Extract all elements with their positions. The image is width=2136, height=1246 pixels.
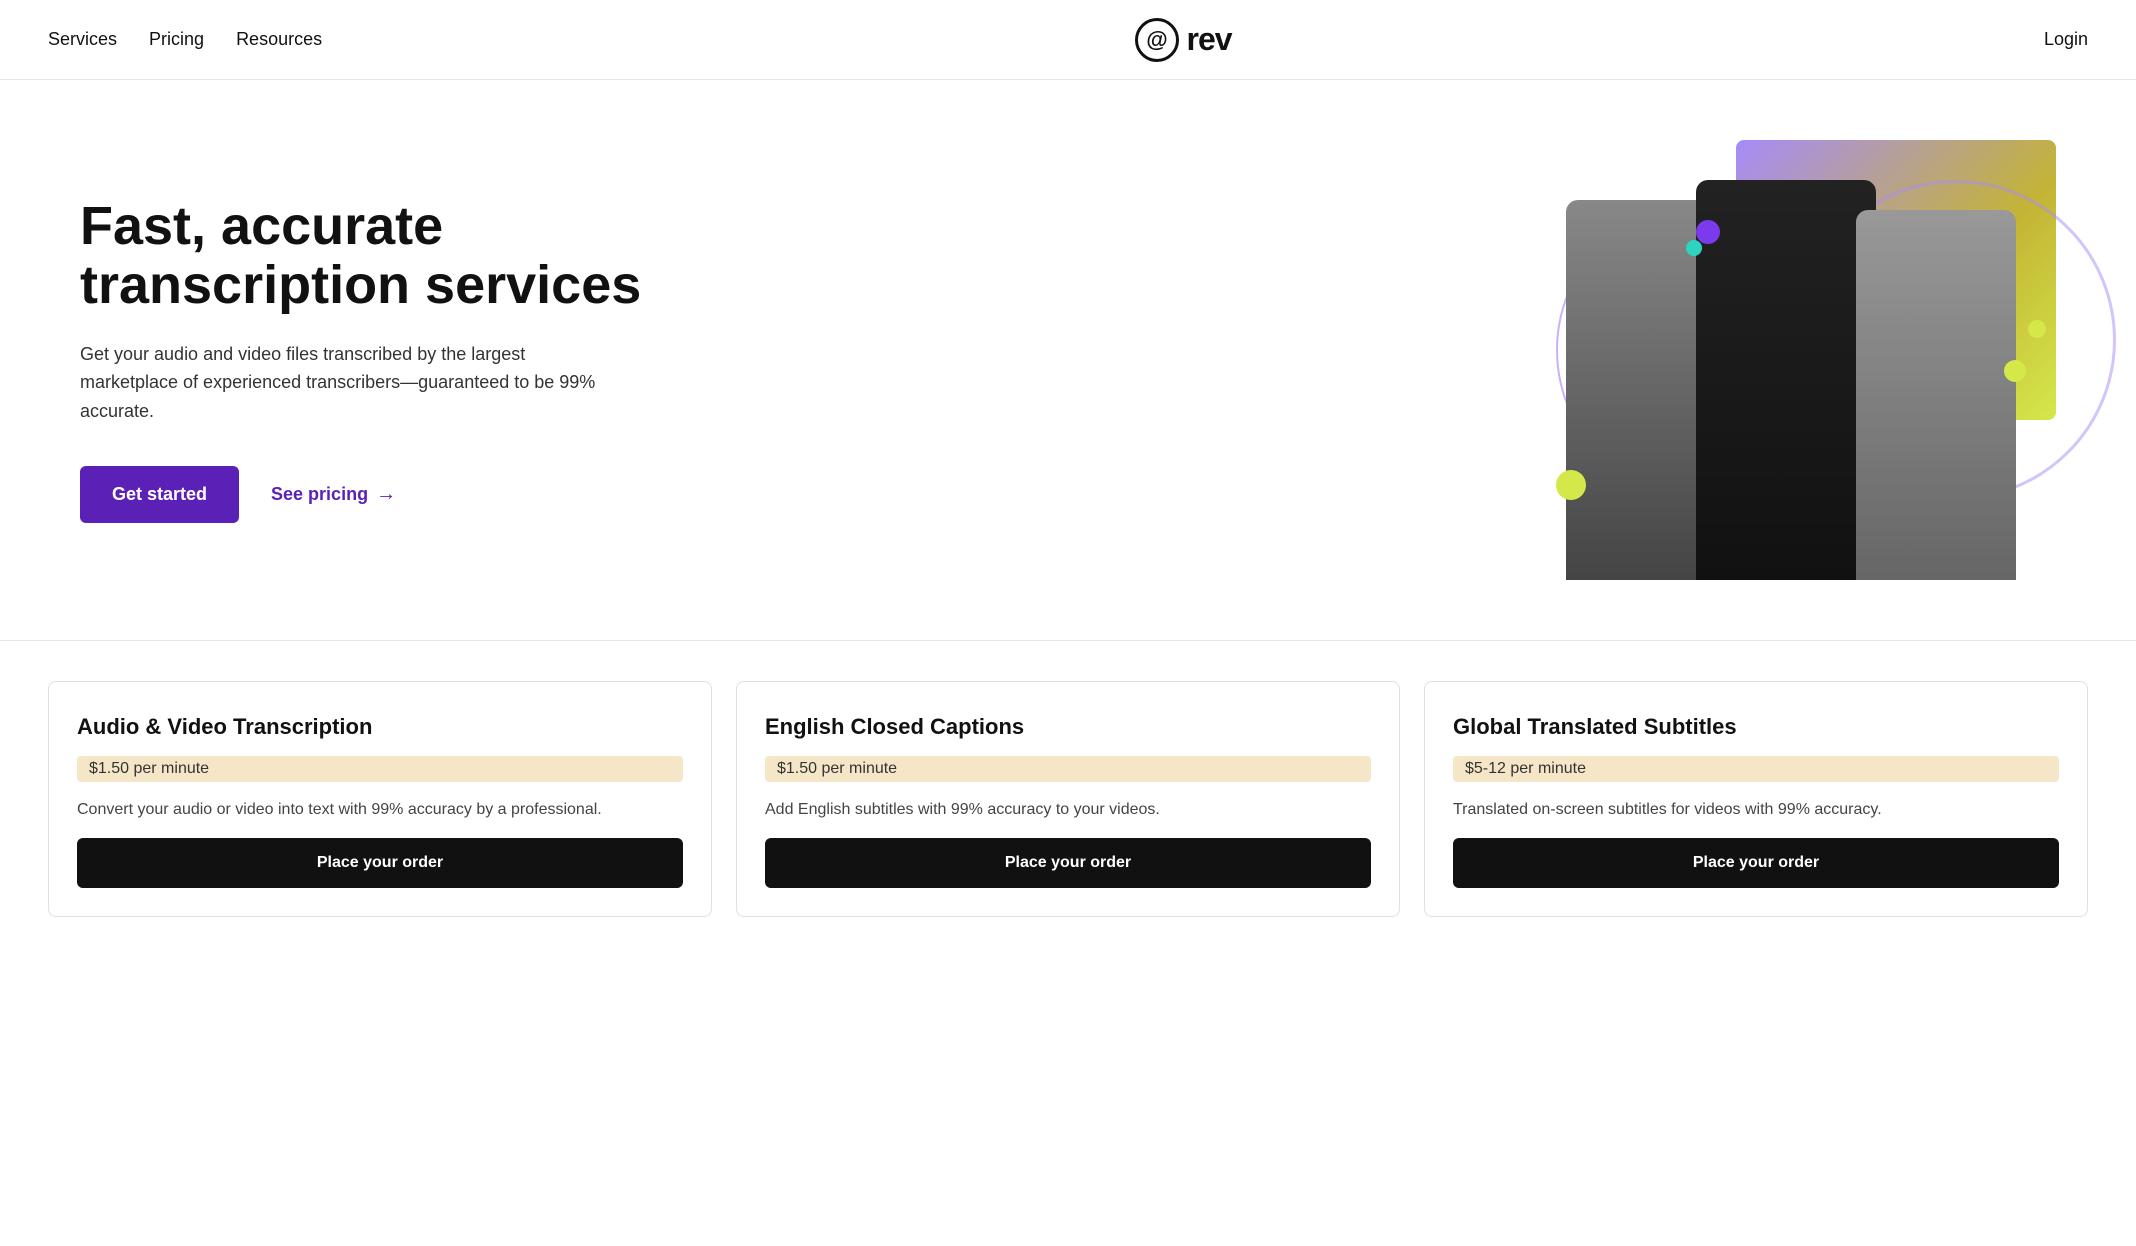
hero-content: Fast, accurate transcription services Ge… (80, 197, 680, 523)
site-logo[interactable]: @ rev (1135, 18, 1232, 62)
card-3-order-button[interactable]: Place your order (1453, 838, 2059, 888)
nav-left: Services Pricing Resources (48, 29, 322, 50)
arrow-icon: → (376, 483, 396, 506)
card-2-title: English Closed Captions (765, 714, 1371, 740)
nav-right: Login (2044, 29, 2088, 50)
decorative-dot-purple-1 (1696, 220, 1720, 244)
nav-services[interactable]: Services (48, 29, 117, 50)
hero-section: Fast, accurate transcription services Ge… (0, 80, 2136, 640)
card-1-title: Audio & Video Transcription (77, 714, 683, 740)
hero-description: Get your audio and video files transcrib… (80, 340, 600, 426)
card-2-description: Add English subtitles with 99% accuracy … (765, 798, 1371, 822)
decorative-dot-yellow-2 (2028, 320, 2046, 338)
decorative-dot-yellow-1 (1556, 470, 1586, 500)
card-1-order-button[interactable]: Place your order (77, 838, 683, 888)
card-transcription: Audio & Video Transcription $1.50 per mi… (48, 681, 712, 917)
decorative-dot-yellow-3 (2004, 360, 2026, 382)
nav-resources[interactable]: Resources (236, 29, 322, 50)
person-2-silhouette (1696, 180, 1876, 580)
card-3-price: $5-12 per minute (1453, 756, 2059, 782)
hero-image-area (1496, 140, 2056, 580)
card-1-price: $1.50 per minute (77, 756, 683, 782)
see-pricing-link[interactable]: See pricing → (271, 483, 396, 506)
card-captions: English Closed Captions $1.50 per minute… (736, 681, 1400, 917)
login-link[interactable]: Login (2044, 29, 2088, 49)
hero-people-image (1536, 160, 2056, 580)
decorative-dot-teal (1686, 240, 1702, 256)
get-started-button[interactable]: Get started (80, 466, 239, 523)
person-3-silhouette (1856, 210, 2016, 580)
card-2-order-button[interactable]: Place your order (765, 838, 1371, 888)
card-2-price: $1.50 per minute (765, 756, 1371, 782)
card-subtitles: Global Translated Subtitles $5-12 per mi… (1424, 681, 2088, 917)
card-3-title: Global Translated Subtitles (1453, 714, 2059, 740)
navbar: Services Pricing Resources @ rev Login (0, 0, 2136, 80)
card-1-description: Convert your audio or video into text wi… (77, 798, 683, 822)
service-cards-section: Audio & Video Transcription $1.50 per mi… (0, 640, 2136, 957)
card-3-description: Translated on-screen subtitles for video… (1453, 798, 2059, 822)
hero-cta-group: Get started See pricing → (80, 466, 680, 523)
hero-heading: Fast, accurate transcription services (80, 197, 680, 316)
nav-pricing[interactable]: Pricing (149, 29, 204, 50)
logo-at-symbol: @ (1135, 18, 1179, 62)
